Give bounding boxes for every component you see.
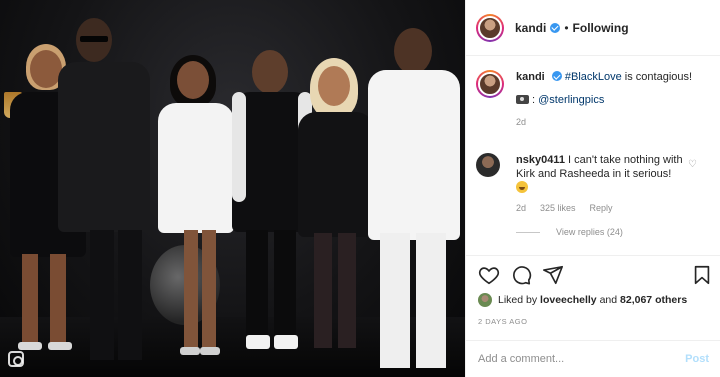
comment-icon[interactable]: [510, 264, 532, 286]
caption-mention-link[interactable]: @sterlingpics: [538, 94, 604, 106]
photo-person-3: [158, 55, 240, 365]
bookmark-icon[interactable]: [691, 264, 713, 286]
comment-reply-button[interactable]: Reply: [590, 203, 613, 213]
action-icons-row: [478, 264, 713, 288]
caption-hashtag-link[interactable]: #BlackLove: [565, 71, 622, 83]
caption-timestamp[interactable]: 2d: [516, 117, 711, 127]
post-photo[interactable]: [0, 0, 465, 377]
comment-like-heart-icon[interactable]: ♡: [688, 159, 697, 170]
caption-credit-separator: :: [532, 94, 536, 106]
post-side-panel: kandi • Following kandi #BlackLove is co…: [465, 0, 720, 377]
instagram-glyph-icon: [8, 351, 24, 367]
following-button[interactable]: Following: [573, 21, 629, 35]
commenter-username[interactable]: nsky0411: [516, 154, 565, 166]
comment-item: nsky0411 I can't take nothing with Kirk …: [476, 153, 711, 237]
replies-divider-line: [516, 231, 540, 233]
photo-person-6: [368, 28, 460, 373]
liked-by-summary: Liked by loveechelly and 82,067 others: [478, 293, 687, 307]
caption-author-avatar[interactable]: [476, 70, 504, 98]
caption-text: is contagious!: [621, 71, 693, 83]
post-header: kandi • Following: [466, 0, 720, 56]
post-comment-button[interactable]: Post: [685, 353, 709, 365]
liked-by-others-link[interactable]: 82,067 others: [620, 294, 687, 306]
add-comment-input[interactable]: [478, 353, 686, 365]
heart-icon[interactable]: [478, 264, 500, 286]
liked-by-avatar[interactable]: [478, 293, 492, 307]
post-caption: kandi #BlackLove is contagious! : @sterl…: [476, 70, 711, 127]
caption-verified-badge-icon: [551, 71, 562, 81]
view-replies-button[interactable]: View replies (24): [516, 227, 711, 237]
comment-timestamp[interactable]: 2d: [516, 203, 526, 213]
photo-person-2: [50, 18, 150, 368]
liked-by-user-link[interactable]: loveechelly: [540, 294, 597, 306]
laughing-face-emoji-icon: [516, 181, 528, 193]
comment-likes-count[interactable]: 325 likes: [540, 203, 576, 213]
author-username[interactable]: kandi: [515, 21, 546, 35]
share-icon[interactable]: [542, 264, 564, 286]
verified-badge-icon: [550, 22, 561, 33]
liked-by-prefix: Liked by: [498, 294, 538, 306]
liked-by-joiner: and: [599, 294, 618, 306]
commenter-avatar[interactable]: [476, 153, 500, 177]
post-time-ago[interactable]: 2 DAYS AGO: [478, 317, 527, 326]
add-comment-bar: Post: [466, 340, 720, 377]
view-replies-label: View replies (24): [556, 227, 623, 237]
header-separator: •: [564, 20, 569, 35]
camera-icon: [516, 95, 529, 104]
caption-username[interactable]: kandi: [516, 71, 545, 83]
author-avatar[interactable]: [476, 13, 504, 42]
photo-person-5: [296, 58, 378, 370]
